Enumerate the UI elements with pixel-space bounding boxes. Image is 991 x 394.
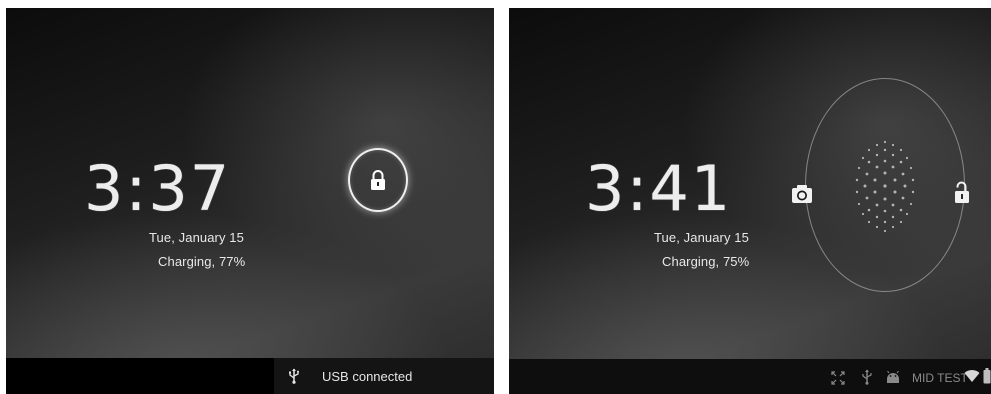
battery-icon [983,368,991,389]
lock-icon [369,169,387,196]
system-bar-left [6,358,274,394]
lock-screen-left: 3:37 Tue, January 15 Charging, 77% USB c… [6,8,494,394]
usb-icon [861,369,873,390]
android-icon [885,370,901,389]
wifi-icon [964,369,980,388]
page: 3:37 Tue, January 15 Charging, 77% USB c… [0,0,991,394]
unlocked-padlock-icon[interactable] [953,180,971,209]
expand-icon[interactable] [831,371,845,390]
system-bar: USB connected [6,358,494,394]
usb-connected-notification: USB connected [322,369,413,384]
clock-time: 3:37 [84,152,232,225]
charging-status: Charging, 77% [158,254,246,269]
lock-screen-right: 3:41 Tue, January 15 Charging, 75% MID T… [509,8,991,394]
date-label: Tue, January 15 [654,230,749,245]
date-label: Tue, January 15 [149,230,244,245]
usb-icon [288,368,300,389]
device-label: MID TEST [912,371,968,385]
system-bar: MID TEST [509,359,991,394]
clock-time: 3:41 [585,152,733,225]
glow-pad-dots[interactable] [849,136,921,236]
camera-icon[interactable] [791,184,813,209]
unlock-ring-handle[interactable] [348,148,408,212]
notification-area[interactable]: USB connected [274,358,494,394]
charging-status: Charging, 75% [662,254,750,269]
